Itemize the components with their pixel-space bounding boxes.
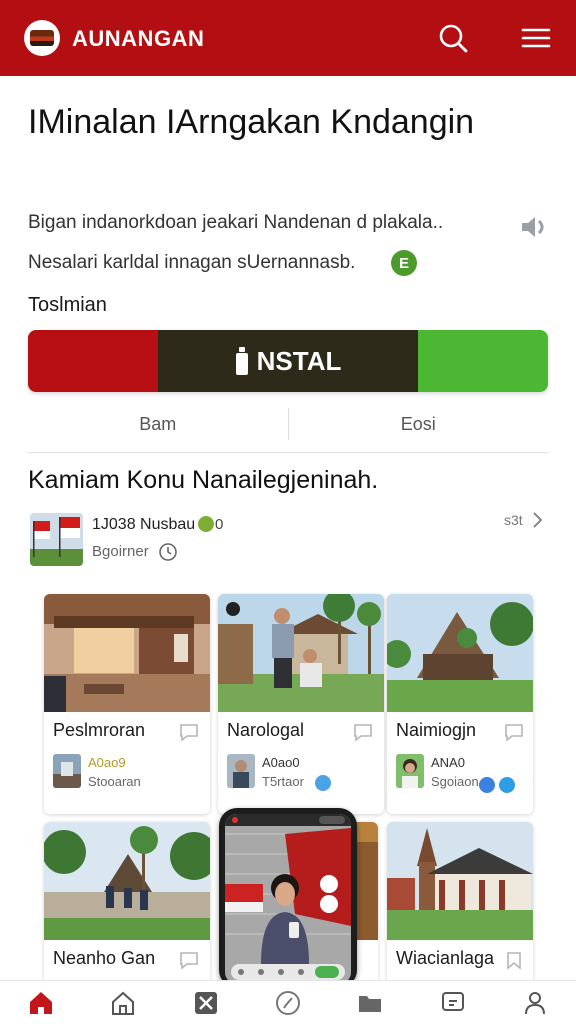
content-card[interactable]: Naimiogjn ANA0 Sgoiaon <box>387 594 533 814</box>
verified-icon <box>315 775 331 791</box>
card-meta-primary: ANA0 <box>431 755 465 770</box>
flag-image-icon <box>30 513 83 566</box>
featured-thumbnail[interactable] <box>30 513 83 566</box>
comment-icon[interactable] <box>503 722 525 742</box>
card-title: Peslmroran <box>53 720 146 740</box>
avatar <box>53 754 81 788</box>
featured-subtitle: Bgoirner <box>92 543 149 560</box>
phone-preview[interactable] <box>219 808 357 988</box>
install-button[interactable]: NSTAL <box>28 330 548 392</box>
top-app-bar: AUNANGAN <box>0 0 576 76</box>
content-card[interactable]: Narologal A0ao0 T5rtaor <box>218 594 384 814</box>
section-divider <box>28 452 548 453</box>
content-card[interactable]: Peslmroran A0ao9 Stooaran <box>44 594 210 814</box>
page-title: IMinalan IArngakan Kndangin <box>28 103 475 141</box>
chat-icon <box>441 992 464 1011</box>
card-title: Neanho Gan <box>53 948 156 968</box>
install-bar-green-segment <box>418 330 548 392</box>
cross-tile-icon <box>194 992 217 1014</box>
description-line-1: Bigan indanorkdoan jeakari Nandenan d pl… <box>28 212 444 233</box>
clock-icon <box>159 543 177 561</box>
see-all-link[interactable]: s3t <box>504 512 523 528</box>
card-image <box>218 594 384 712</box>
nav-games[interactable] <box>176 981 236 1024</box>
card-meta-primary: A0ao9 <box>88 755 126 770</box>
bottle-icon <box>235 347 248 375</box>
folder-icon <box>359 996 382 1012</box>
description-line-2: Nesalari karldal innagan sUernannasb. <box>28 252 356 273</box>
nav-profile[interactable] <box>505 981 565 1024</box>
card-image <box>44 594 210 712</box>
card-image <box>387 594 533 712</box>
card-meta-secondary: T5rtaor <box>262 774 304 789</box>
bottom-navigation <box>0 980 576 1024</box>
search-icon[interactable] <box>437 22 469 54</box>
bookmark-icon[interactable] <box>503 950 525 970</box>
app-name: AUNANGAN <box>72 26 205 51</box>
nav-home[interactable] <box>11 981 71 1024</box>
verified-icon <box>499 777 515 793</box>
collection-title: Kamiam Konu Nanailegjeninah. <box>28 466 379 494</box>
nav-library[interactable] <box>340 981 400 1024</box>
featured-badge-text: 0 <box>215 516 224 533</box>
home-icon <box>30 992 53 1014</box>
card-title: Naimiogjn <box>396 720 477 740</box>
nav-messages[interactable] <box>423 981 483 1024</box>
compass-icon <box>275 991 300 1015</box>
avatar <box>227 754 255 788</box>
card-title: Wiacianlaga <box>396 948 495 968</box>
install-sub-actions: Bam Eosi <box>28 404 548 444</box>
nav-discover[interactable] <box>258 981 318 1024</box>
card-meta-secondary: Sgoiaon <box>431 774 479 789</box>
card-meta-primary: A0ao0 <box>262 755 300 770</box>
logo-mark <box>30 30 54 46</box>
featured-title[interactable]: 1J038 Nusbau <box>92 516 195 534</box>
card-image <box>44 822 210 940</box>
install-bar-dark-segment: NSTAL <box>158 330 418 392</box>
card-image <box>387 822 533 940</box>
phone-screen <box>225 814 351 984</box>
install-section-label: Toslmian <box>28 294 107 316</box>
speaker-icon[interactable] <box>518 214 550 240</box>
profile-icon <box>524 992 545 1015</box>
install-bar-red-segment <box>28 330 158 392</box>
install-label: NSTAL <box>256 345 342 376</box>
house-outline-icon <box>112 991 135 1015</box>
featured-badge <box>198 516 214 532</box>
app-logo[interactable] <box>24 20 60 56</box>
avatar <box>396 754 424 788</box>
menu-icon[interactable] <box>520 22 552 54</box>
sub-action-left[interactable]: Bam <box>28 404 288 444</box>
share-icon[interactable] <box>479 777 495 793</box>
chevron-right-icon[interactable] <box>530 510 544 530</box>
comment-icon[interactable] <box>352 722 374 742</box>
comment-icon[interactable] <box>178 950 200 970</box>
card-meta-secondary: Stooaran <box>88 774 141 789</box>
nav-explore[interactable] <box>93 981 153 1024</box>
comment-icon[interactable] <box>178 722 200 742</box>
info-badge[interactable]: E <box>391 250 417 276</box>
card-title: Narologal <box>227 720 305 740</box>
sub-action-right[interactable]: Eosi <box>289 404 549 444</box>
